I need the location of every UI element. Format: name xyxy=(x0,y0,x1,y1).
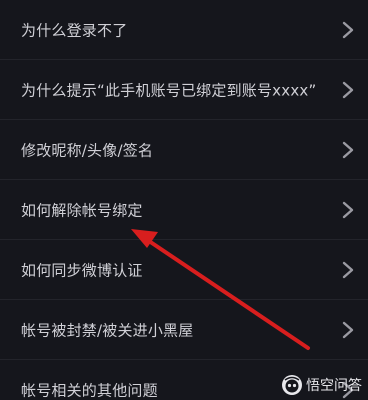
menu-item-label: 为什么登录不了 xyxy=(21,21,128,40)
chevron-right-icon xyxy=(342,261,354,279)
menu-item-label: 修改昵称/头像/签名 xyxy=(21,141,154,160)
chevron-right-icon xyxy=(342,321,354,339)
menu-item-unbind-account[interactable]: 如何解除帐号绑定 xyxy=(0,180,368,240)
menu-item-label: 帐号被封禁/被关进小黑屋 xyxy=(21,321,194,340)
wukong-logo-icon xyxy=(282,375,302,395)
help-menu-list: 为什么登录不了 为什么提示“此手机账号已绑定到账号xxxx” 修改昵称/头像/签… xyxy=(0,0,368,400)
chevron-right-icon xyxy=(342,21,354,39)
menu-item-login-issue[interactable]: 为什么登录不了 xyxy=(0,0,368,60)
watermark-text: 悟空问答 xyxy=(306,378,362,394)
chevron-right-icon xyxy=(342,141,354,159)
menu-item-label: 帐号相关的其他问题 xyxy=(21,381,158,400)
menu-item-account-banned[interactable]: 帐号被封禁/被关进小黑屋 xyxy=(0,300,368,360)
menu-item-label: 为什么提示“此手机账号已绑定到账号xxxx” xyxy=(21,81,317,100)
menu-item-label: 如何解除帐号绑定 xyxy=(21,201,143,220)
chevron-right-icon xyxy=(342,81,354,99)
menu-item-phone-bound-notice[interactable]: 为什么提示“此手机账号已绑定到账号xxxx” xyxy=(0,60,368,120)
chevron-right-icon xyxy=(342,201,354,219)
menu-item-sync-weibo-verification[interactable]: 如何同步微博认证 xyxy=(0,240,368,300)
menu-item-edit-profile[interactable]: 修改昵称/头像/签名 xyxy=(0,120,368,180)
watermark: 悟空问答 xyxy=(281,374,362,396)
menu-item-label: 如何同步微博认证 xyxy=(21,261,143,280)
